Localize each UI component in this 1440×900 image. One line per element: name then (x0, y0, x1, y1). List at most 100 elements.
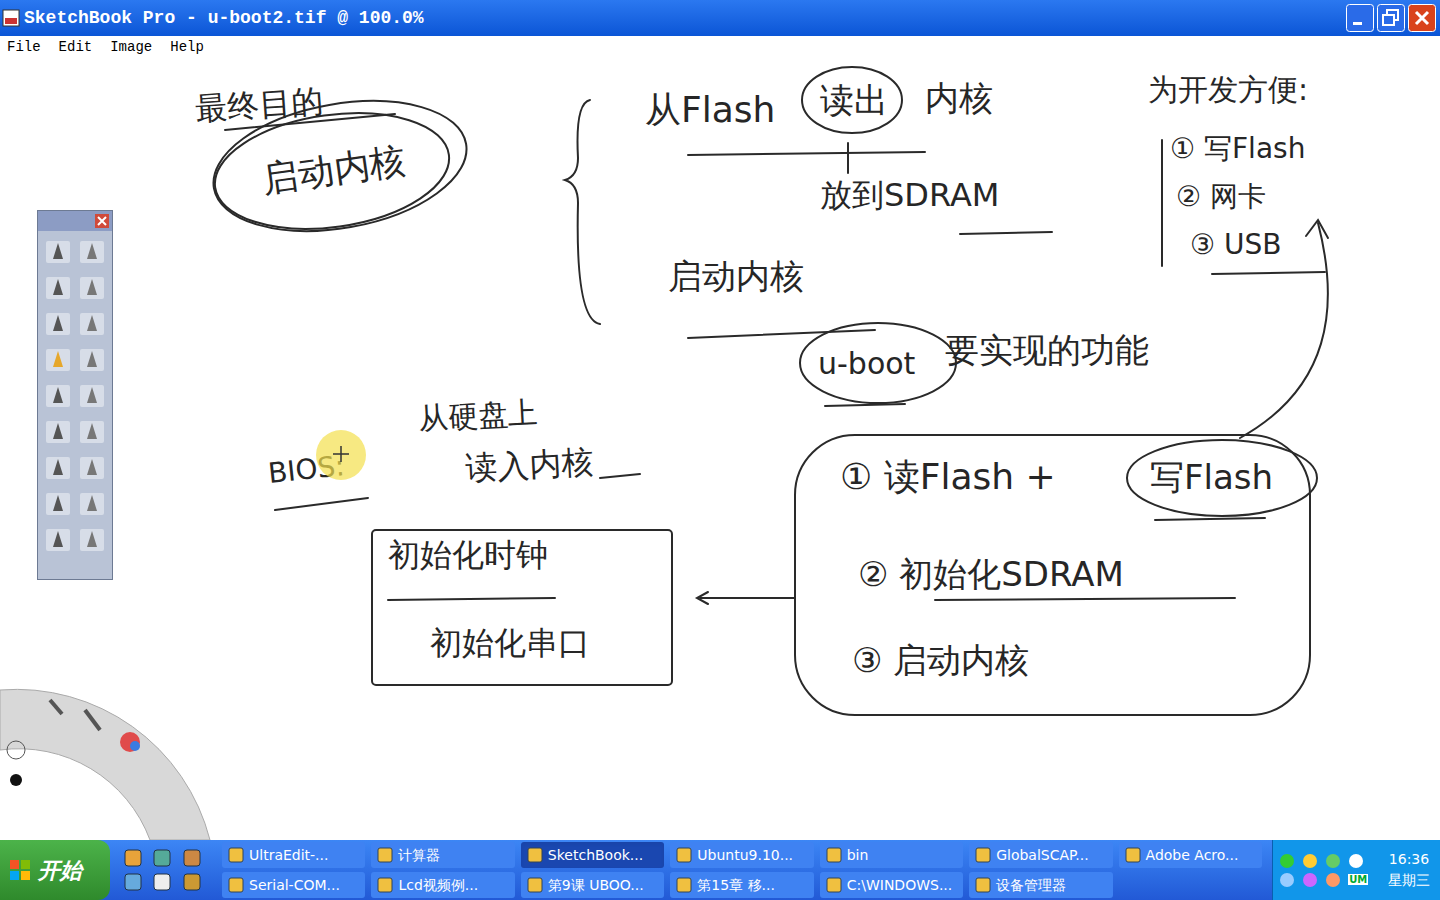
window-icon (228, 847, 244, 863)
tray-icon[interactable] (1302, 853, 1318, 869)
task-button[interactable]: bin (820, 842, 963, 868)
app-icon[interactable] (124, 849, 142, 867)
task-row: UltraEdit-... 计算器 SketchBook...Ubuntu9.10.… (222, 842, 1262, 868)
brush-icon[interactable] (78, 491, 106, 517)
handwritten-note: ② 初始化SDRAM (858, 554, 1124, 595)
window-icon (228, 877, 244, 893)
menu-item[interactable]: Edit (59, 37, 93, 58)
task-label: GlobalSCAP... (996, 845, 1089, 866)
handwritten-note: 从Flash (645, 88, 775, 131)
task-button[interactable]: Adobe Acro... (1119, 842, 1262, 868)
window-icon (826, 847, 842, 863)
brush-icon[interactable] (78, 527, 106, 553)
minimize-icon[interactable] (1346, 4, 1374, 32)
task-button[interactable]: 第9课 UBOO... (521, 872, 664, 898)
menu-item[interactable]: File (7, 37, 41, 58)
handwritten-note: 写Flash (1150, 457, 1273, 498)
task-button[interactable]: C:\WINDOWS... (820, 872, 963, 898)
window-icon (1125, 847, 1141, 863)
brush-icon[interactable] (44, 419, 72, 445)
brush-icon[interactable] (44, 239, 72, 265)
brush-icon[interactable] (78, 239, 106, 265)
brush-icon[interactable] (44, 455, 72, 481)
task-button[interactable]: SketchBook... (521, 842, 664, 868)
task-button[interactable]: Serial-COM... (222, 872, 365, 898)
brush-icon[interactable] (44, 347, 72, 373)
window-icon (676, 877, 692, 893)
app-icon[interactable] (153, 849, 171, 867)
app-icon[interactable] (183, 849, 201, 867)
app-icon[interactable] (124, 873, 142, 891)
brush-icon[interactable] (44, 311, 72, 337)
start-label: 开始 (38, 854, 82, 887)
window-icon (527, 847, 543, 863)
task-label: 第9课 UBOO... (548, 875, 644, 896)
brush-icon[interactable] (78, 347, 106, 373)
tool-palette[interactable] (37, 210, 113, 580)
brush-icon[interactable] (44, 383, 72, 409)
handwritten-note: 要实现的功能 (945, 330, 1149, 371)
task-button[interactable]: 第15章 移... (670, 872, 813, 898)
task-button[interactable]: GlobalSCAP... (969, 842, 1112, 868)
task-label: UltraEdit-... (249, 845, 328, 866)
palette-close-icon (95, 214, 109, 228)
task-button[interactable]: UltraEdit-... (222, 842, 365, 868)
brush-icon[interactable] (78, 275, 106, 301)
task-button[interactable]: Lcd视频例... (371, 872, 514, 898)
brush-icon[interactable] (78, 311, 106, 337)
system-tray: UM 16:36星期三 (1272, 840, 1440, 900)
app-icon[interactable] (183, 873, 201, 891)
task-label: bin (847, 845, 869, 866)
window-controls (1346, 4, 1436, 32)
tray-icon[interactable] (1279, 872, 1295, 888)
tray-icon[interactable] (1325, 853, 1341, 869)
app-icon (2, 9, 20, 27)
drawing-canvas[interactable]: 最终目的启动内核从Flash读出内核放到SDRAM启动内核为开发方便:① 写Fl… (0, 58, 1440, 840)
task-button[interactable]: Ubuntu9.10... (670, 842, 813, 868)
handwritten-note: 启动内核 (260, 138, 409, 201)
handwritten-note: 初始化时钟 (388, 536, 548, 574)
tray-icon[interactable] (1302, 872, 1318, 888)
window-icon (527, 877, 543, 893)
task-list: UltraEdit-... 计算器 SketchBook...Ubuntu9.10.… (222, 842, 1262, 898)
menu-item[interactable]: Image (110, 37, 152, 58)
tool-grid (38, 231, 112, 559)
sketch-strokes (0, 58, 1440, 840)
brush-icon[interactable] (44, 275, 72, 301)
restore-icon[interactable] (1377, 4, 1405, 32)
crosshair-icon (331, 444, 351, 464)
tray-icon[interactable] (1348, 853, 1364, 869)
quick-launch (110, 849, 222, 891)
brush-icon[interactable] (78, 383, 106, 409)
lagoon-menu (0, 670, 220, 840)
menu-item[interactable]: Help (170, 37, 204, 58)
clock-time: 16:36 (1389, 849, 1429, 870)
task-button[interactable]: 计算器 (371, 842, 514, 868)
tray-icon[interactable] (1279, 853, 1295, 869)
windows-logo-icon (8, 858, 32, 882)
handwritten-note: ① 写Flash (1170, 132, 1305, 166)
palette-header (38, 211, 112, 231)
brush-icon[interactable] (78, 419, 106, 445)
handwritten-note: ② 网卡 (1176, 180, 1266, 214)
window-icon (975, 877, 991, 893)
task-label: Lcd视频例... (398, 875, 478, 896)
title-bar: SketchBook Pro - u-boot2.tif @ 100.0% (0, 0, 1440, 36)
clock[interactable]: 16:36星期三 (1388, 849, 1434, 891)
app-icon[interactable] (153, 873, 171, 891)
tray-badge[interactable]: UM (1348, 874, 1368, 885)
handwritten-note: ③ USB (1190, 228, 1281, 262)
tray-icon[interactable] (1325, 872, 1341, 888)
brush-icon[interactable] (44, 491, 72, 517)
brush-icon[interactable] (44, 527, 72, 553)
brush-icon[interactable] (78, 455, 106, 481)
start-button[interactable]: 开始 (0, 840, 110, 900)
handwritten-note: 放到SDRAM (820, 176, 999, 214)
handwritten-note: 初始化串口 (430, 624, 590, 662)
task-button[interactable]: 设备管理器 (969, 872, 1112, 898)
taskbar: 开始 UltraEdit-... 计算器 SketchBook...Ubuntu9.1… (0, 840, 1440, 900)
task-label: C:\WINDOWS... (847, 875, 953, 896)
handwritten-note: 读出 (820, 80, 888, 121)
clock-day: 星期三 (1388, 870, 1430, 891)
close-icon[interactable] (1408, 4, 1436, 32)
